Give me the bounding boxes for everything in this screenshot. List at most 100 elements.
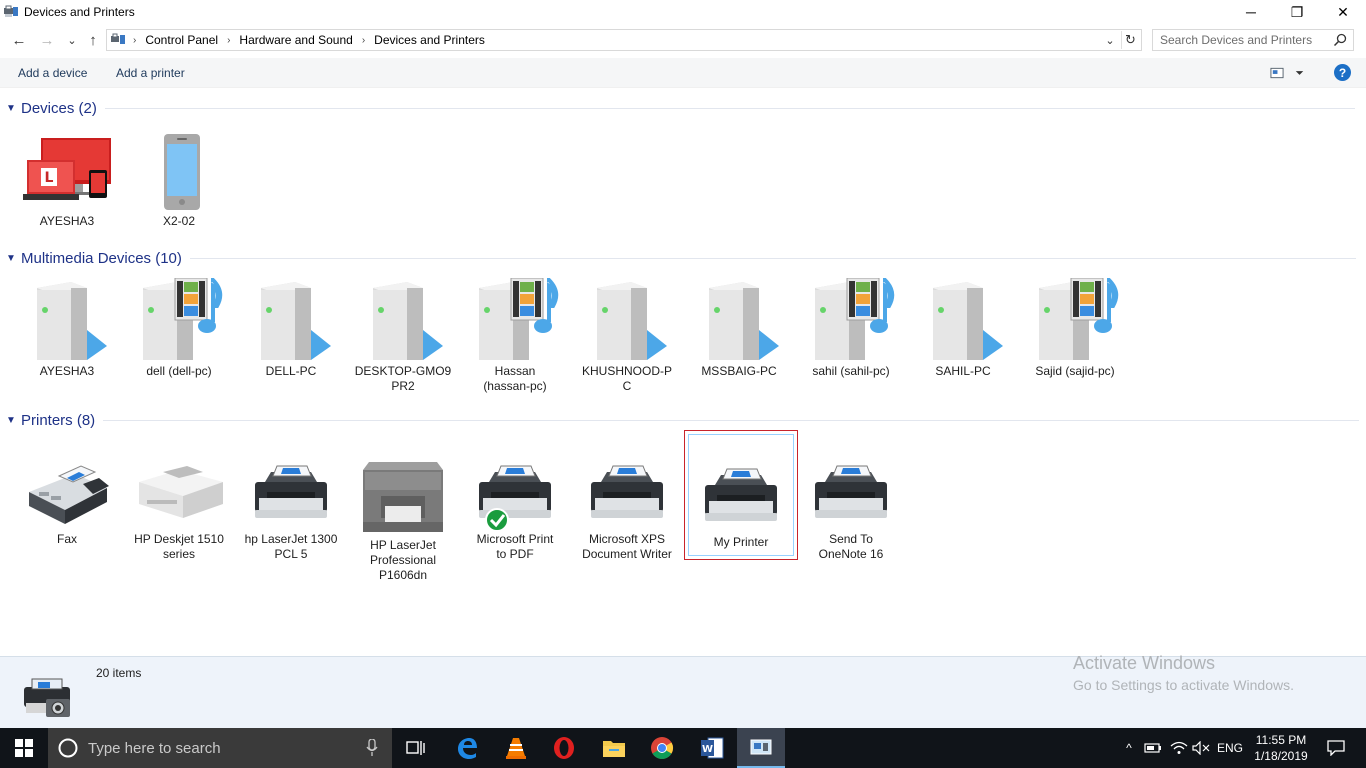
- close-button[interactable]: ✕: [1320, 0, 1366, 24]
- multimedia-device-item[interactable]: SAHIL-PC: [913, 278, 1013, 379]
- printer-label: HP LaserJet Professional P1606dn: [369, 538, 437, 582]
- tray-volume[interactable]: [1190, 728, 1212, 768]
- media-server-play-icon: [373, 282, 443, 360]
- title-bar[interactable]: Devices and Printers ─ ❐ ✕: [0, 0, 1366, 24]
- chevron-down-icon: [1295, 71, 1304, 75]
- address-bar[interactable]: › Control Panel › Hardware and Sound › D…: [106, 29, 1142, 51]
- task-view-button[interactable]: [392, 728, 440, 768]
- printer-camera-icon: [24, 678, 70, 717]
- multimedia-device-item[interactable]: Sajid (sajid-pc): [1025, 278, 1125, 379]
- refresh-icon: ↻: [1125, 32, 1136, 47]
- media-server-icon: [815, 278, 895, 360]
- task-view-icon: [406, 741, 425, 755]
- control-panel-icon: [111, 33, 125, 44]
- notification-icon: [1327, 740, 1345, 756]
- taskbar-word[interactable]: W: [688, 728, 736, 768]
- media-server-icon: [143, 278, 223, 360]
- multimedia-device-item[interactable]: DELL-PC: [241, 278, 341, 379]
- printer-item-selected[interactable]: My Printer: [684, 430, 798, 560]
- recent-locations-button[interactable]: ⌄: [62, 30, 82, 50]
- device-item[interactable]: X2-02: [129, 130, 229, 229]
- printer-item[interactable]: HP LaserJet Professional P1606dn: [353, 452, 453, 583]
- media-server-play-icon: [709, 282, 779, 360]
- printer-icon: [705, 468, 777, 521]
- chevron-down-icon: ▼: [6, 252, 16, 264]
- media-server-icon: [1039, 278, 1119, 360]
- laser-printer-icon: [363, 462, 443, 532]
- taskbar-search-placeholder: Type here to search: [88, 740, 221, 757]
- back-button[interactable]: ←: [9, 30, 29, 50]
- tray-overflow-button[interactable]: ^: [1120, 728, 1138, 768]
- taskbar-chrome[interactable]: [638, 728, 686, 768]
- multimedia-device-item[interactable]: AYESHA3: [17, 278, 117, 379]
- tray-battery[interactable]: [1142, 728, 1164, 768]
- printer-label: Microsoft Print to PDF: [476, 532, 554, 561]
- group-multimedia-header[interactable]: ▼ Multimedia Devices (10): [6, 248, 1356, 268]
- taskbar-edge[interactable]: [443, 728, 491, 768]
- multimedia-device-item[interactable]: DESKTOP-GMO9 PR2: [353, 278, 453, 394]
- breadcrumb-devices-and-printers[interactable]: Devices and Printers: [374, 33, 485, 47]
- group-devices-header[interactable]: ▼ Devices (2): [6, 98, 1355, 118]
- add-printer-button[interactable]: Add a printer: [116, 66, 185, 80]
- media-server-play-icon: [37, 282, 107, 360]
- multimedia-device-item[interactable]: Hassan (hassan-pc): [465, 278, 565, 394]
- refresh-button[interactable]: ↻: [1121, 31, 1139, 49]
- printer-label: My Printer: [713, 535, 769, 549]
- tray-language[interactable]: ENG: [1214, 728, 1246, 768]
- group-title: Devices (2): [21, 99, 97, 117]
- printer-label: Microsoft XPS Document Writer: [582, 532, 672, 561]
- printer-item[interactable]: Microsoft XPS Document Writer: [577, 452, 677, 562]
- multimedia-device-label: SAHIL-PC: [935, 364, 991, 378]
- group-printers-header[interactable]: ▼ Printers (8): [6, 410, 1360, 430]
- printer-item[interactable]: Microsoft Print to PDF: [465, 452, 565, 562]
- media-server-play-icon: [933, 282, 1003, 360]
- navigation-bar: ← → ⌄ ↑ › Control Panel › Hardware and S…: [0, 26, 1366, 54]
- chevron-down-icon: ⌄: [1105, 34, 1115, 47]
- group-divider: [104, 107, 1355, 109]
- help-button[interactable]: ?: [1334, 64, 1351, 81]
- search-icon[interactable]: [1333, 33, 1347, 47]
- taskbar-search-box[interactable]: Type here to search: [48, 728, 392, 768]
- forward-button[interactable]: →: [37, 30, 57, 50]
- help-icon: ?: [1338, 65, 1347, 80]
- taskbar-clock[interactable]: 11:55 PM 1/18/2019: [1248, 732, 1314, 764]
- multimedia-device-item[interactable]: MSSBAIG-PC: [689, 278, 789, 379]
- printer-label: hp LaserJet 1300 PCL 5: [244, 532, 338, 561]
- tray-network[interactable]: [1168, 728, 1190, 768]
- multimedia-device-item[interactable]: sahil (sahil-pc): [801, 278, 901, 379]
- printer-item[interactable]: HP Deskjet 1510 series: [129, 452, 229, 562]
- device-item[interactable]: L AYESHA3: [17, 130, 117, 229]
- breadcrumb-control-panel[interactable]: Control Panel: [145, 33, 218, 47]
- action-center-button[interactable]: [1318, 728, 1354, 768]
- printer-item[interactable]: Send To OneNote 16: [801, 452, 901, 562]
- up-button[interactable]: ↑: [83, 30, 103, 50]
- printer-label: HP Deskjet 1510 series: [134, 532, 224, 561]
- minimize-button[interactable]: ─: [1228, 0, 1274, 24]
- start-button[interactable]: [0, 728, 48, 768]
- restore-icon: ❐: [1290, 3, 1304, 20]
- add-device-button[interactable]: Add a device: [18, 66, 87, 80]
- taskbar-vlc[interactable]: [492, 728, 540, 768]
- search-box[interactable]: [1152, 29, 1354, 51]
- search-input[interactable]: [1153, 30, 1329, 50]
- media-server-play-icon: [597, 282, 667, 360]
- multimedia-device-item[interactable]: dell (dell-pc): [129, 278, 229, 379]
- breadcrumb-hardware-and-sound[interactable]: Hardware and Sound: [239, 33, 352, 47]
- up-arrow-icon: ↑: [89, 31, 97, 49]
- printer-item[interactable]: hp LaserJet 1300 PCL 5: [241, 452, 341, 562]
- change-view-button[interactable]: [1270, 65, 1306, 81]
- address-dropdown-button[interactable]: ⌄: [1101, 31, 1119, 49]
- item-count: 20 items: [96, 666, 142, 680]
- microphone-icon[interactable]: [366, 739, 378, 757]
- multimedia-device-item[interactable]: KHUSHNOOD-P C: [577, 278, 677, 394]
- taskbar-file-explorer[interactable]: [590, 728, 638, 768]
- activate-windows-subtitle: Go to Settings to activate Windows.: [1073, 677, 1294, 693]
- wifi-icon: [1170, 741, 1188, 754]
- multimedia-device-label: KHUSHNOOD-P C: [581, 364, 672, 393]
- opera-browser-icon: [554, 737, 574, 759]
- taskbar-opera[interactable]: [540, 728, 588, 768]
- taskbar: Type here to search W ^ ENG 11:55 PM 1/1…: [0, 728, 1366, 768]
- taskbar-devices-printers[interactable]: [737, 728, 785, 768]
- restore-button[interactable]: ❐: [1274, 0, 1320, 24]
- printer-item[interactable]: Fax: [17, 452, 117, 547]
